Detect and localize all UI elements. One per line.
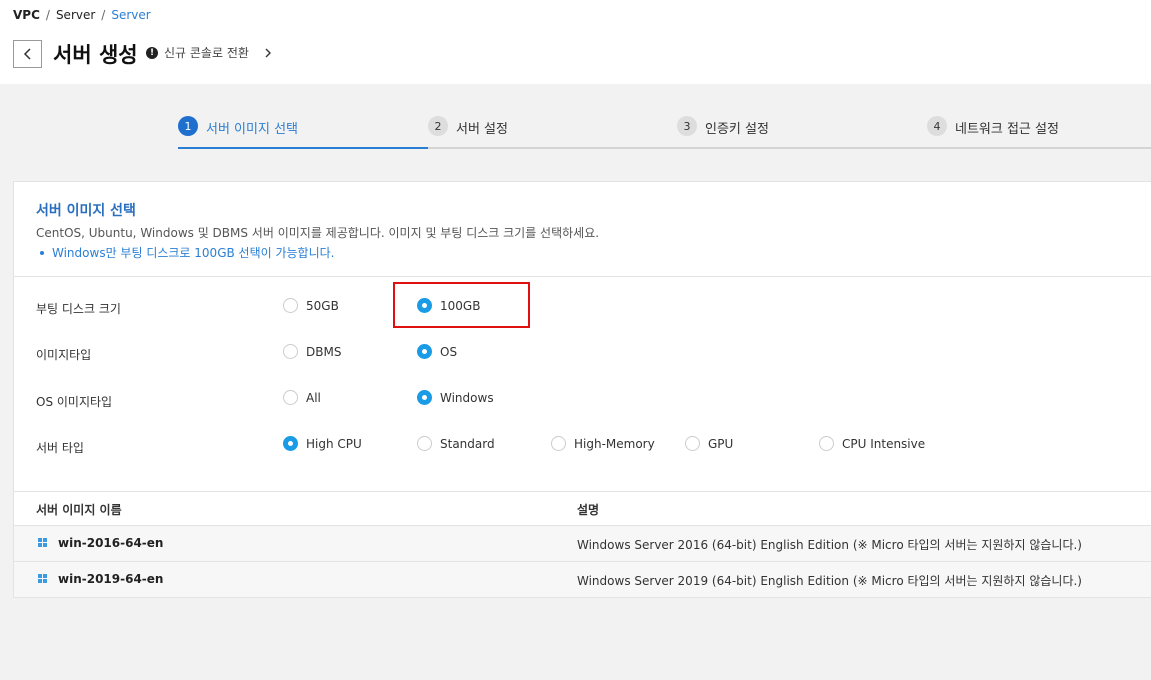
table-row[interactable]: win-2019-64-en Windows Server 2019 (64-b… — [14, 562, 1151, 598]
step-label: 서버 설정 — [456, 122, 508, 137]
radio-unchecked-icon — [283, 344, 298, 359]
server-image-table: 서버 이미지 이름 설명 win-2016-64-en Windows Serv… — [14, 491, 1151, 598]
radio-label: GPU — [708, 436, 734, 451]
radio-unchecked-icon — [283, 390, 298, 405]
breadcrumb-server[interactable]: Server — [56, 8, 95, 22]
switch-console-label: 신규 콘솔로 전환 — [164, 46, 249, 60]
step-1[interactable]: 1 서버 이미지 선택 — [178, 116, 428, 149]
step-indicator: 1 서버 이미지 선택 2 서버 설정 3 인증키 설정 4 네트워크 접근 설… — [178, 110, 1151, 150]
bullet-icon — [40, 250, 44, 255]
os-image-type-windows-radio[interactable]: Windows — [417, 390, 494, 405]
section-description: CentOS, Ubuntu, Windows 및 DBMS 서버 이미지를 제… — [36, 226, 600, 240]
breadcrumb-vpc[interactable]: VPC — [13, 8, 40, 22]
alert-icon: ! — [146, 46, 158, 59]
step-number: 3 — [677, 116, 697, 136]
section-note-text: Windows만 부팅 디스크로 100GB 선택이 가능합니다. — [52, 246, 335, 260]
step-4[interactable]: 4 네트워크 접근 설정 — [927, 116, 1059, 149]
radio-checked-icon — [283, 436, 298, 451]
server-image-panel: 서버 이미지 선택 CentOS, Ubuntu, Windows 및 DBMS… — [13, 181, 1151, 598]
radio-label: Standard — [440, 436, 495, 451]
image-type-label: 이미지타입 — [36, 348, 92, 362]
radio-label: High-Memory — [574, 436, 655, 451]
step-number: 4 — [927, 116, 947, 136]
image-type-dbms-radio[interactable]: DBMS — [283, 344, 341, 359]
radio-unchecked-icon — [551, 436, 566, 451]
boot-disk-50gb-radio[interactable]: 50GB — [283, 298, 339, 313]
image-name: win-2019-64-en — [58, 572, 164, 586]
chevron-right-icon — [265, 48, 271, 57]
server-type-label: 서버 타입 — [36, 441, 84, 455]
radio-label: All — [306, 390, 321, 405]
radio-label: DBMS — [306, 344, 342, 359]
server-type-gpu-radio[interactable]: GPU — [685, 436, 733, 451]
radio-label: High CPU — [306, 436, 362, 451]
radio-checked-icon — [417, 390, 432, 405]
radio-checked-icon — [417, 344, 432, 359]
breadcrumb-current[interactable]: Server — [111, 8, 150, 22]
back-button[interactable] — [13, 40, 42, 68]
page-title: 서버 생성 — [53, 43, 138, 67]
radio-label: CPU Intensive — [842, 436, 926, 451]
table-header: 서버 이미지 이름 설명 — [14, 491, 1151, 526]
step-number: 1 — [178, 116, 198, 136]
server-type-cpu-intensive-radio[interactable]: CPU Intensive — [819, 436, 925, 451]
image-desc: Windows Server 2016 (64-bit) English Edi… — [577, 538, 1082, 552]
image-desc: Windows Server 2019 (64-bit) English Edi… — [577, 574, 1082, 588]
server-type-high-cpu-radio[interactable]: High CPU — [283, 436, 362, 451]
breadcrumb: VPC / Server / Server — [13, 8, 151, 22]
step-label: 네트워크 접근 설정 — [955, 122, 1059, 137]
os-image-type-all-radio[interactable]: All — [283, 390, 321, 405]
chevron-left-icon — [23, 48, 31, 60]
highlight-box — [393, 282, 530, 328]
breadcrumb-separator: / — [45, 8, 50, 22]
table-row[interactable]: win-2016-64-en Windows Server 2016 (64-b… — [14, 526, 1151, 562]
switch-console-link[interactable]: ! 신규 콘솔로 전환 — [146, 44, 273, 61]
breadcrumb-separator: / — [101, 8, 106, 22]
image-name: win-2016-64-en — [58, 536, 164, 550]
radio-unchecked-icon — [685, 436, 700, 451]
step-number: 2 — [428, 116, 448, 136]
radio-unchecked-icon — [283, 298, 298, 313]
windows-icon — [38, 574, 48, 584]
windows-icon — [38, 538, 48, 548]
image-name-cell: win-2016-64-en — [38, 536, 163, 550]
radio-label: 50GB — [306, 298, 339, 313]
radio-unchecked-icon — [417, 436, 432, 451]
boot-disk-label: 부팅 디스크 크기 — [36, 302, 121, 316]
divider — [14, 276, 1151, 277]
image-type-os-radio[interactable]: OS — [417, 344, 457, 359]
page-header: VPC / Server / Server 서버 생성 ! 신규 콘솔로 전환 — [0, 0, 1151, 84]
section-note: Windows만 부팅 디스크로 100GB 선택이 가능합니다. — [36, 244, 335, 261]
os-image-type-label: OS 이미지타입 — [36, 395, 113, 409]
section-title: 서버 이미지 선택 — [36, 203, 136, 219]
column-header-name[interactable]: 서버 이미지 이름 — [36, 501, 122, 518]
server-type-standard-radio[interactable]: Standard — [417, 436, 495, 451]
step-3[interactable]: 3 인증키 설정 — [677, 116, 769, 149]
step-label: 서버 이미지 선택 — [206, 122, 298, 137]
step-2[interactable]: 2 서버 설정 — [428, 116, 508, 149]
radio-label: OS — [440, 344, 458, 359]
radio-label: Windows — [440, 390, 494, 405]
image-name-cell: win-2019-64-en — [38, 572, 163, 586]
radio-unchecked-icon — [819, 436, 834, 451]
server-type-high-memory-radio[interactable]: High-Memory — [551, 436, 655, 451]
step-label: 인증키 설정 — [705, 122, 769, 137]
column-header-desc: 설명 — [577, 503, 600, 517]
